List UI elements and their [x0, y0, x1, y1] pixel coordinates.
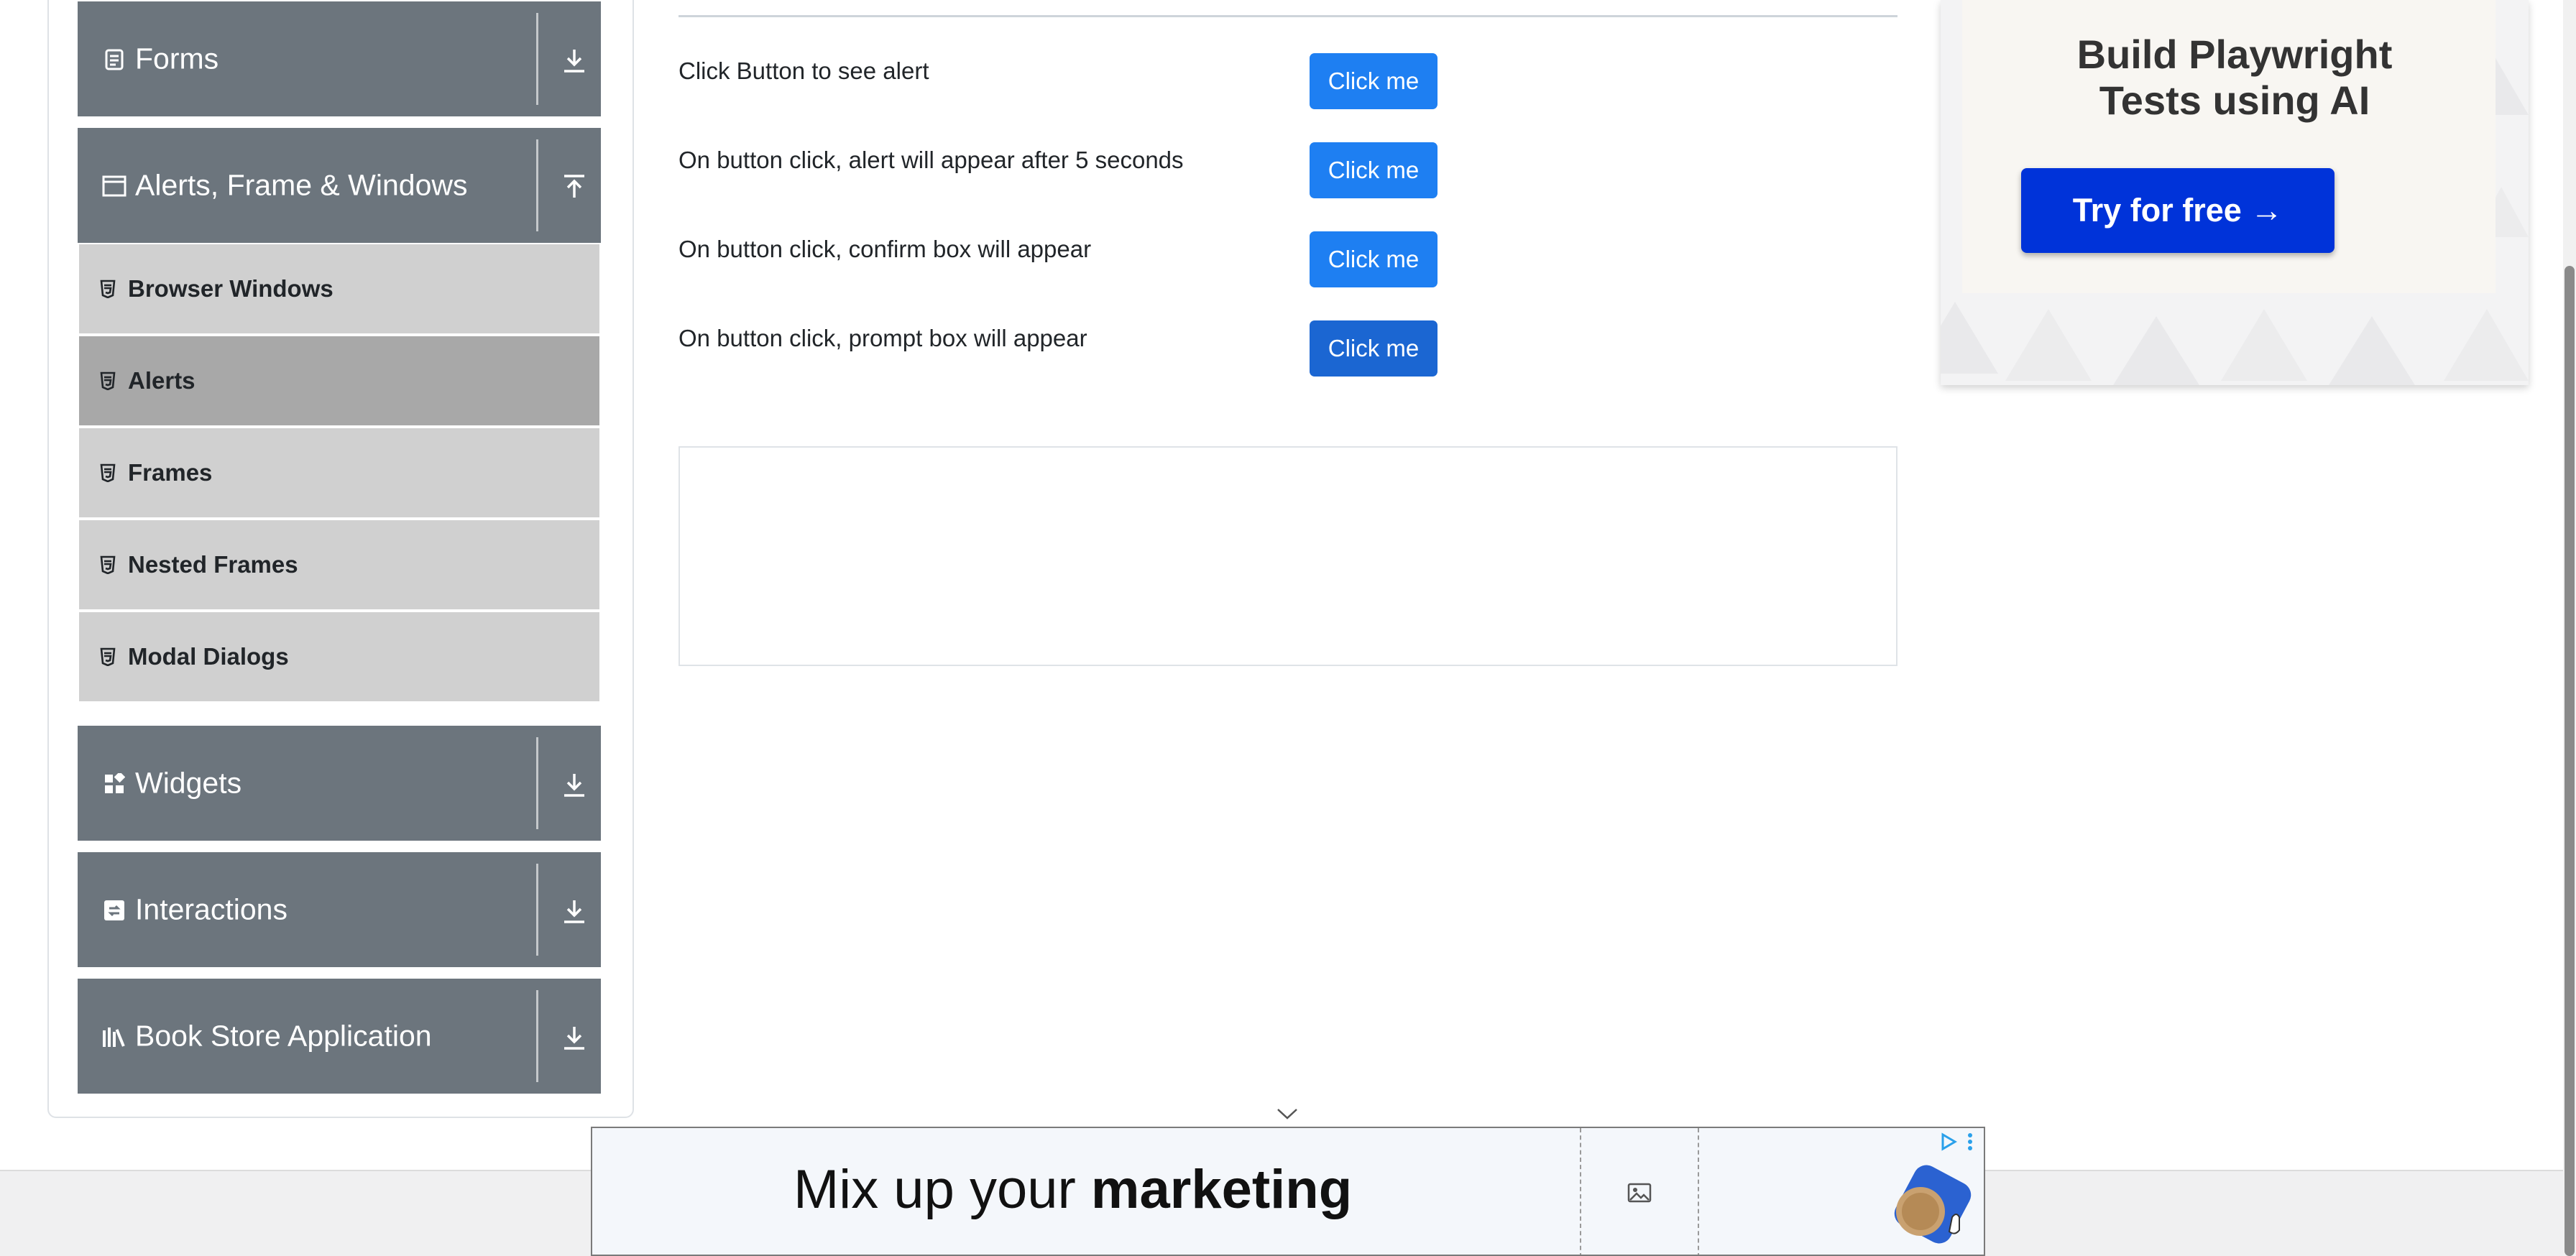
sidebar-item-frames[interactable]: Frames [79, 428, 599, 517]
sidebar-item-label: Nested Frames [128, 551, 298, 578]
prompt-button[interactable]: Click me [1310, 320, 1438, 377]
sidebar-item-nested-frames[interactable]: Nested Frames [79, 520, 599, 609]
group-header-widgets[interactable]: Widgets [78, 726, 601, 841]
window-icon [102, 174, 126, 198]
download-arrow-icon [562, 898, 586, 924]
group-title-book-store: Book Store Application [135, 1019, 432, 1053]
chevron-down-icon[interactable] [1275, 1104, 1300, 1124]
sidebar-item-label: Modal Dialogs [128, 643, 289, 670]
divider [536, 13, 538, 105]
alert-description: Click Button to see alert [678, 57, 929, 84]
sidebar-item-modal-dialogs[interactable]: Modal Dialogs [79, 612, 599, 701]
widgets-icon [102, 772, 126, 796]
group-title-forms: Forms [135, 42, 219, 75]
alert-row: Click Button to see alert Click me [678, 53, 1469, 111]
image-icon [1627, 1183, 1652, 1203]
download-arrow-icon [562, 1025, 586, 1050]
download-arrow-icon [562, 772, 586, 798]
submenu-list: Browser Windows Alerts Frames Nested Fra… [79, 244, 599, 704]
alert-description: On button click, alert will appear after… [678, 147, 1184, 173]
download-arrow-icon [562, 47, 586, 73]
html5-icon [98, 277, 118, 300]
group-title-interactions: Interactions [135, 892, 288, 926]
timer-alert-row: On button click, alert will appear after… [678, 142, 1469, 200]
group-title-alerts-frame-windows: Alerts, Frame & Windows [135, 168, 468, 202]
product-image [1886, 1161, 1972, 1247]
group-header-alerts-frame-windows[interactable]: Alerts, Frame & Windows [78, 128, 601, 243]
ad-placeholder-box [678, 446, 1898, 666]
divider [1580, 1128, 1581, 1255]
group-header-forms[interactable]: Forms [78, 1, 601, 116]
scrollbar-thumb[interactable] [2564, 266, 2575, 1256]
section-divider [678, 15, 1898, 17]
alert-description: On button click, prompt box will appear [678, 325, 1087, 351]
sidebar-item-label: Alerts [128, 367, 196, 394]
upload-arrow-icon [562, 174, 586, 200]
sidebar-item-label: Frames [128, 459, 213, 486]
try-for-free-button[interactable]: Try for free → [2021, 168, 2334, 253]
divider [536, 139, 538, 231]
bottom-ad-banner[interactable]: Mix up your marketing [591, 1127, 1985, 1256]
confirm-row: On button click, confirm box will appear… [678, 231, 1469, 289]
sidebar-item-label: Browser Windows [128, 275, 334, 302]
html5-icon [98, 645, 118, 668]
interactions-icon [102, 898, 126, 923]
sidebar-item-browser-windows[interactable]: Browser Windows [79, 244, 599, 333]
books-icon [102, 1025, 126, 1049]
html5-icon [98, 369, 118, 392]
ad-title: Build Playwright Tests using AI [2076, 32, 2393, 123]
group-header-interactions[interactable]: Interactions [78, 852, 601, 967]
alert-button[interactable]: Click me [1310, 53, 1438, 109]
divider [536, 864, 538, 956]
alert-description: On button click, confirm box will appear [678, 236, 1092, 262]
timer-alert-button[interactable]: Click me [1310, 142, 1438, 198]
right-ad-banner[interactable]: Build Playwright Tests using AI Try for … [1941, 0, 2529, 385]
html5-icon [98, 553, 118, 576]
divider [1698, 1128, 1699, 1255]
divider [536, 990, 538, 1082]
more-options-icon[interactable] [1965, 1132, 1975, 1153]
group-header-book-store[interactable]: Book Store Application [78, 979, 601, 1094]
sidebar-item-alerts[interactable]: Alerts [79, 336, 599, 425]
form-icon [102, 47, 126, 72]
ad-headline: Mix up your marketing [794, 1159, 1353, 1220]
confirm-button[interactable]: Click me [1310, 231, 1438, 287]
divider [536, 737, 538, 829]
html5-icon [98, 461, 118, 484]
group-title-widgets: Widgets [135, 766, 242, 800]
adchoices-icon[interactable] [1939, 1132, 1958, 1151]
prompt-row: On button click, prompt box will appear … [678, 320, 1469, 378]
